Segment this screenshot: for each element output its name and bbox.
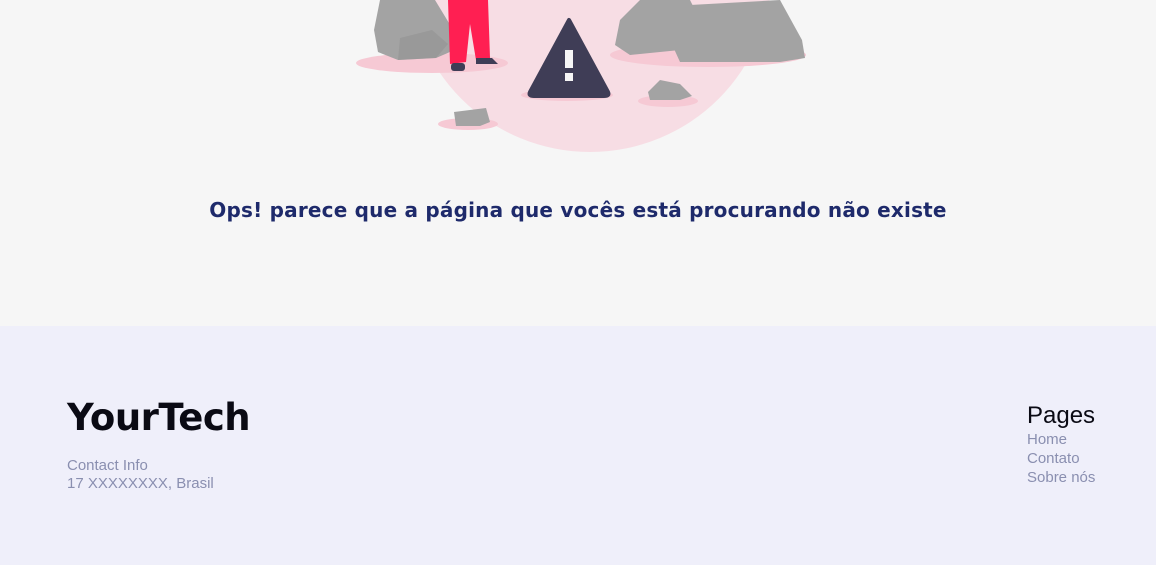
error-section: Ops! parece que a página que vocês está … xyxy=(0,0,1156,326)
page: Ops! parece que a página que vocês está … xyxy=(0,0,1156,565)
contato-link[interactable]: Contato xyxy=(1027,449,1095,468)
person-left-shoe xyxy=(451,63,465,71)
pages-title: Pages xyxy=(1027,402,1096,429)
small-rock-left xyxy=(454,108,490,126)
footer: YourTech Contact Info 17 XXXXXXXX, Brasi… xyxy=(0,326,1156,565)
pages-list: Home Contato Sobre nós xyxy=(1027,430,1095,487)
sobre-nos-link[interactable]: Sobre nós xyxy=(1027,468,1095,487)
contact-address: 17 XXXXXXXX, Brasil xyxy=(67,475,214,492)
home-link[interactable]: Home xyxy=(1027,430,1095,449)
warning-exclamation-bar xyxy=(565,50,573,68)
error-message: Ops! parece que a página que vocês está … xyxy=(209,198,947,222)
pages-item-home: Home xyxy=(1027,430,1095,449)
footer-pages-nav: Pages Home Contato Sobre nós xyxy=(1027,402,1095,487)
right-rock-small xyxy=(670,0,805,62)
contact-info: Contact Info 17 XXXXXXXX, Brasil xyxy=(67,457,214,493)
contact-title: Contact Info xyxy=(67,457,148,474)
error-illustration xyxy=(356,0,806,152)
brand-logo[interactable]: YourTech xyxy=(67,396,251,439)
pages-item-contato: Contato xyxy=(1027,449,1095,468)
warning-exclamation-dot xyxy=(565,73,573,81)
pages-item-sobre-nos: Sobre nós xyxy=(1027,468,1095,487)
